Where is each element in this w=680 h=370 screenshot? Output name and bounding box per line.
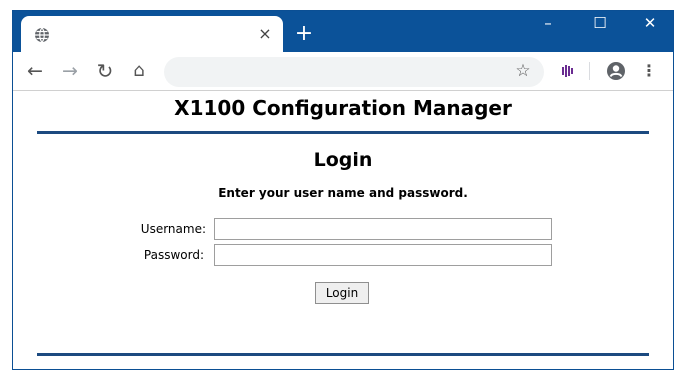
close-window-button[interactable]: ✕ xyxy=(630,12,670,34)
profile-icon[interactable] xyxy=(606,61,626,81)
forward-button[interactable]: → xyxy=(59,60,81,82)
login-heading: Login xyxy=(313,149,373,171)
login-button[interactable]: Login xyxy=(315,282,369,304)
bookmark-star-icon[interactable]: ☆ xyxy=(512,60,534,82)
extension-icon[interactable] xyxy=(561,64,575,78)
menu-icon[interactable]: ⋮ xyxy=(641,60,657,82)
home-button[interactable]: ⌂ xyxy=(128,60,150,82)
browser-tab[interactable] xyxy=(21,16,283,52)
username-field[interactable] xyxy=(214,218,552,240)
maximize-button[interactable]: ☐ xyxy=(580,12,620,34)
password-field[interactable] xyxy=(214,244,552,266)
username-label: Username: xyxy=(140,222,206,236)
password-label: Password: xyxy=(143,248,204,262)
login-instructions: Enter your user name and password. xyxy=(218,186,468,200)
address-bar[interactable] xyxy=(164,57,544,87)
footer-rule xyxy=(37,353,649,356)
minimize-button[interactable]: – xyxy=(528,12,568,34)
app-title: X1100 Configuration Manager xyxy=(174,96,512,120)
browser-window: × + – ☐ ✕ ← → ↻ ⌂ ☆ ⋮ X1100 Configuratio… xyxy=(0,0,680,370)
header-rule xyxy=(37,131,649,134)
back-button[interactable]: ← xyxy=(24,60,46,82)
toolbar-divider xyxy=(589,62,590,80)
new-tab-button[interactable]: + xyxy=(292,22,316,46)
globe-icon xyxy=(35,27,49,43)
close-tab-icon[interactable]: × xyxy=(254,23,276,45)
reload-button[interactable]: ↻ xyxy=(94,60,116,82)
